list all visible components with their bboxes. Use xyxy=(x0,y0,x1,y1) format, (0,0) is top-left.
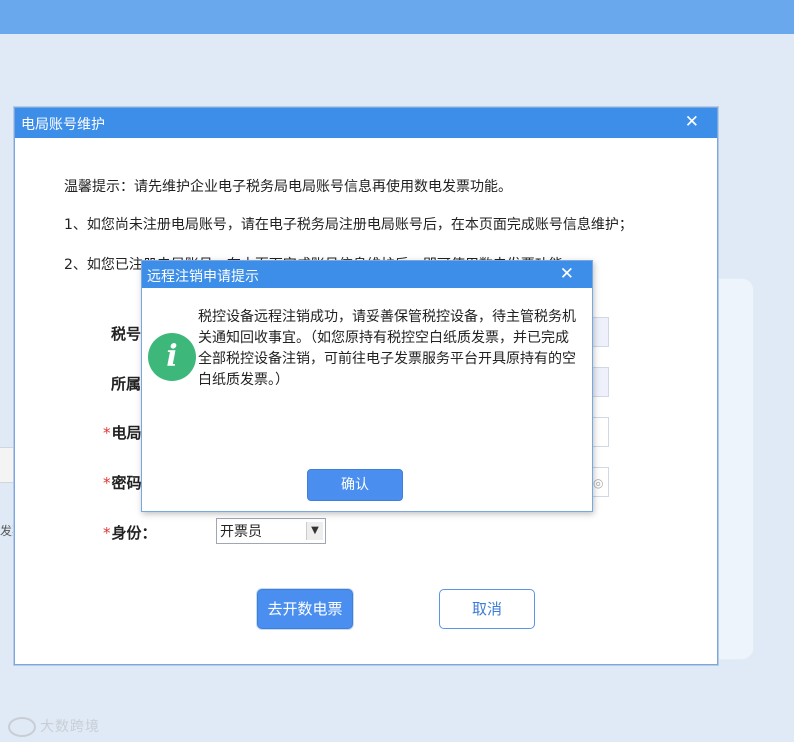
required-mark: * xyxy=(103,524,111,542)
identity-label-row: *身份： xyxy=(103,522,157,543)
alert-title: 远程注销申请提示 xyxy=(147,269,259,285)
required-mark: * xyxy=(103,424,111,442)
taxno-label: 税号 xyxy=(111,325,142,343)
watermark-logo-icon xyxy=(8,717,36,737)
alert-message: 税控设备远程注销成功，请妥善保管税控设备，待主管税务机关通知回收事宜。（如您原持… xyxy=(198,309,576,388)
dialog-titlebar: 电局账号维护 ✕ xyxy=(15,108,717,138)
alert-titlebar: 远程注销申请提示 ✕ xyxy=(142,261,592,288)
cancel-button[interactable]: 取消 xyxy=(439,589,535,629)
dialog-title: 电局账号维护 xyxy=(21,117,105,133)
background-fragment xyxy=(0,447,15,483)
remote-deregister-alert: 远程注销申请提示 ✕ i 税控设备远程注销成功，请妥善保管税控设备，待主管税务机… xyxy=(141,260,593,512)
eye-icon[interactable]: ◎ xyxy=(593,476,603,490)
identity-select[interactable]: 开票员 ▼ xyxy=(216,518,326,544)
tip-item-1: 1、如您尚未注册电局账号，请在电子税务局注册电局账号后，在本页面完成账号信息维护… xyxy=(64,217,633,233)
confirm-button[interactable]: 确认 xyxy=(307,469,403,501)
chevron-down-icon[interactable]: ▼ xyxy=(306,522,323,540)
go-issue-invoice-button[interactable]: 去开数电票 xyxy=(257,589,353,629)
tip-warm: 温馨提示：请先维护企业电子税务局电局账号信息再使用数电发票功能。 xyxy=(64,179,512,195)
account-input[interactable] xyxy=(591,417,609,447)
belong-input[interactable] xyxy=(591,367,609,397)
account-label-row: *电局 xyxy=(103,422,142,443)
close-icon[interactable]: ✕ xyxy=(560,264,574,284)
watermark-text: 大数跨境 xyxy=(40,719,100,735)
belong-label: 所属 xyxy=(111,375,142,393)
password-label: 密码 xyxy=(111,474,142,492)
identity-select-value: 开票员 xyxy=(220,524,262,540)
taxno-input[interactable] xyxy=(591,317,609,347)
identity-label: 身份： xyxy=(111,524,157,542)
account-label: 电局 xyxy=(111,424,142,442)
close-icon[interactable]: ✕ xyxy=(685,112,699,132)
info-icon: i xyxy=(148,333,196,381)
password-label-row: *密码 xyxy=(103,472,142,493)
required-mark: * xyxy=(103,474,111,492)
watermark: 大数跨境 xyxy=(8,716,100,737)
top-banner xyxy=(0,0,794,34)
